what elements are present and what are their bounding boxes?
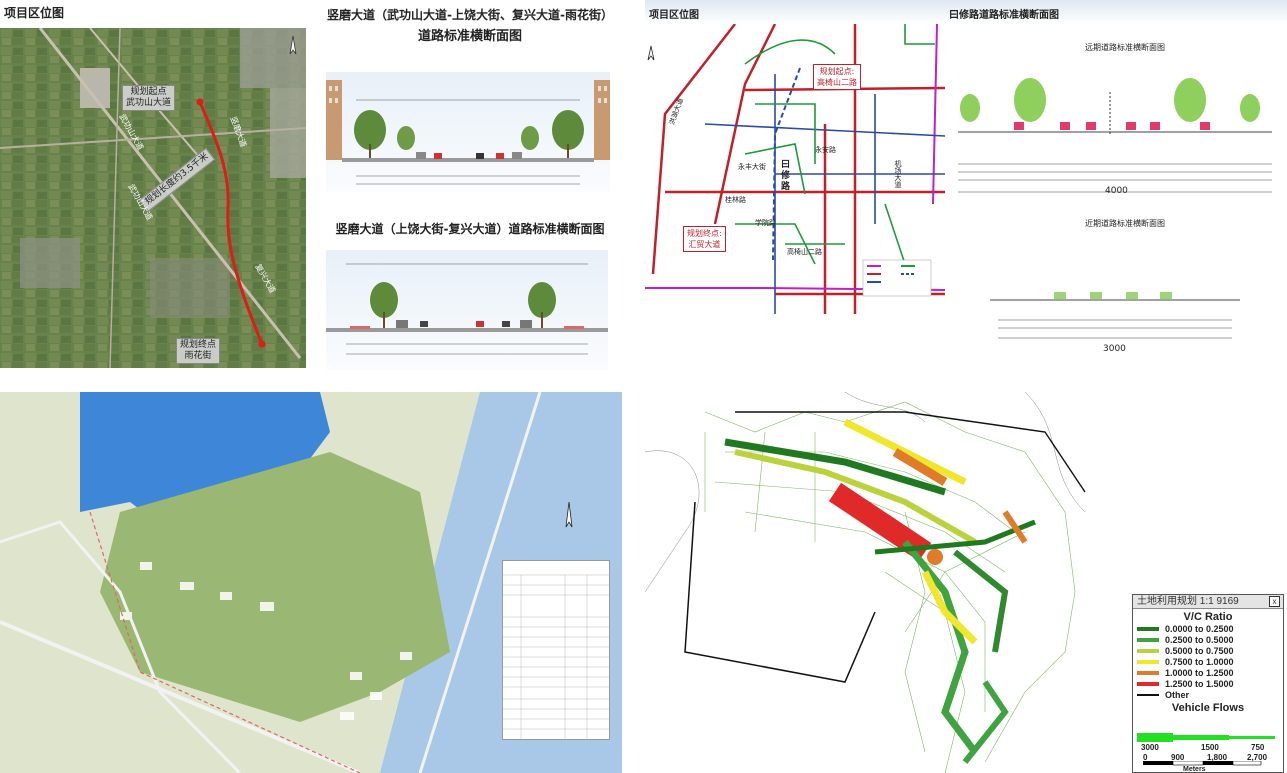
north-arrow-icon: [647, 45, 655, 61]
cross-section-title-1a: 竖磨大道（武功山大道-上饶大街、复兴大道-雨花街）: [327, 8, 613, 22]
route-end-marker: [258, 340, 266, 348]
panel-dashu-road: 项目区位图 规划起点 武功山大道 规划终点 雨花街 规划长度约3.5千米 竖磨大…: [0, 0, 622, 385]
vf-value-3: 750: [1251, 743, 1265, 752]
vc-legend-window[interactable]: 土地利用规划 1:1 9169 x V/C Ratio 0.0000 to 0.…: [1132, 594, 1284, 773]
vc-swatch: [1137, 626, 1159, 631]
vc-item-label: Other: [1165, 689, 1190, 700]
street-label-7: 机场大道: [894, 160, 902, 188]
vc-swatch: [1137, 693, 1159, 696]
vc-item-6: 1.2500 to 1.5000: [1133, 678, 1283, 689]
vc-swatch: [1137, 670, 1159, 675]
location-map-header: 项目区位图: [4, 6, 65, 20]
panel-traffic-model: 土地利用规划 1:1 9169 x V/C Ratio 0.0000 to 0.…: [645, 392, 1287, 773]
road-name-label: 曰 修 路: [781, 160, 791, 192]
vc-item-3: 0.5000 to 0.7500: [1133, 645, 1283, 656]
vc-item-2: 0.2500 to 0.5000: [1133, 634, 1283, 645]
vehicle-flow-bar: [1137, 733, 1275, 742]
start-point-label: 规划终点: 汇贸大道: [683, 226, 726, 252]
street-label-1: 永安路: [815, 146, 836, 154]
location-map-header: 项目区位图: [649, 10, 699, 21]
vc-item-7: Other: [1133, 689, 1283, 700]
vc-swatch: [1137, 637, 1159, 642]
legend-titlebar[interactable]: 土地利用规划 1:1 9169 x: [1133, 595, 1283, 609]
close-icon[interactable]: x: [1269, 596, 1280, 607]
vc-item-label: 0.5000 to 0.7500: [1165, 645, 1234, 656]
street-label-3: 桂林路: [725, 196, 746, 204]
near-term-section-diagram: [990, 292, 1240, 339]
vc-item-5: 1.0000 to 1.2500: [1133, 667, 1283, 678]
end-point-label: 规划起点: 高椅山二路: [813, 64, 861, 90]
cross-section-diagram-2: [326, 250, 608, 370]
vc-ratio-title: V/C Ratio: [1183, 611, 1233, 623]
legend-window-title: 土地利用规划 1:1 9169: [1137, 596, 1239, 607]
near-term-total-width: 3000: [1103, 344, 1126, 354]
vc-swatch: [1137, 681, 1159, 686]
cross-section-title: 曰修路道路标准横断面图: [949, 10, 1059, 21]
cross-section-title-2: 竖磨大道（上饶大街-复兴大道）道路标准横断面图: [335, 222, 605, 236]
vc-item-label: 0.2500 to 0.5000: [1165, 634, 1234, 645]
start-point-label: 规划起点 武功山大道: [122, 85, 176, 111]
vc-item-label: 0.0000 to 0.2500: [1165, 623, 1234, 634]
vc-item-4: 0.7500 to 1.0000: [1133, 656, 1283, 667]
end-point-label: 规划终点 雨花街: [176, 338, 221, 364]
cross-section-title-1b: 道路标准横断面图: [417, 29, 522, 44]
vc-item-1: 0.0000 to 0.2500: [1133, 623, 1283, 634]
street-label-5: 高椅山二路: [787, 248, 822, 256]
vc-item-label: 1.0000 to 1.2500: [1165, 667, 1234, 678]
vc-swatch: [1137, 659, 1159, 664]
far-term-section-diagram: [958, 78, 1272, 193]
vf-value-2: 1500: [1201, 743, 1219, 752]
street-label-4: 学院路: [755, 219, 776, 227]
panel-master-plan: [0, 392, 622, 773]
scale-unit: Meters: [1183, 766, 1206, 773]
land-use-table: [502, 560, 610, 740]
vf-value-1: 3000: [1141, 743, 1159, 752]
far-term-total-width: 4000: [1105, 186, 1128, 196]
vc-item-label: 0.7500 to 1.0000: [1165, 656, 1234, 667]
panel-yuexiu-road: 项目区位图 曰修路道路标准横断面图 规划起点: 高椅山二路 规划终点: 汇贸大道…: [645, 0, 1287, 385]
vc-item-label: 1.2500 to 1.5000: [1165, 678, 1234, 689]
vehicle-flows-title: Vehicle Flows: [1171, 702, 1245, 714]
street-label-2: 永丰大街: [738, 163, 766, 171]
cross-section-diagram-1: [326, 72, 610, 192]
vc-swatch: [1137, 648, 1159, 653]
route-start-marker: [196, 98, 204, 106]
